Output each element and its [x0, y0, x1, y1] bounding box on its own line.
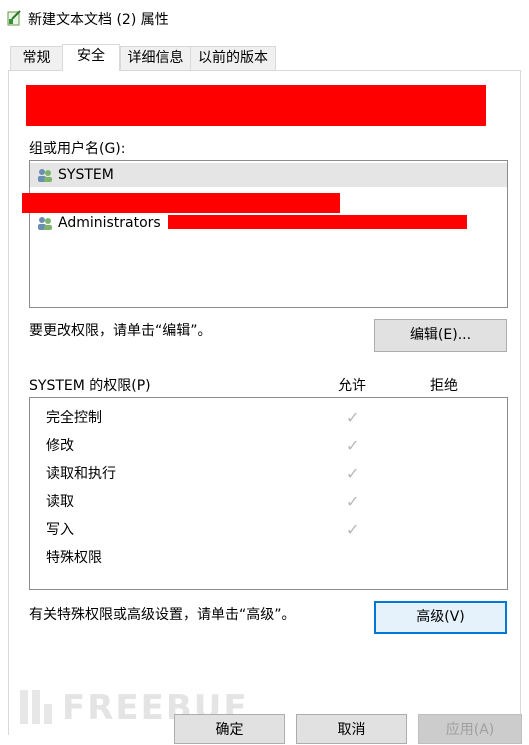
permission-name: 读取: [46, 494, 74, 510]
checkmark-icon: ✓: [346, 492, 360, 511]
advanced-button[interactable]: 高级(V): [374, 601, 507, 634]
permission-name: 读取和执行: [46, 466, 116, 482]
permission-name: 特殊权限: [46, 550, 102, 566]
tab-details[interactable]: 详细信息: [120, 46, 191, 70]
ok-button[interactable]: 确定: [174, 714, 285, 744]
permission-name: 写入: [46, 522, 74, 538]
window-title: 新建文本文档 (2) 属性: [28, 12, 169, 28]
tab-security[interactable]: 安全: [62, 44, 120, 71]
notepad-icon: [6, 10, 22, 26]
deny-header: 拒绝: [430, 378, 458, 394]
permission-name: 完全控制: [46, 410, 102, 426]
advanced-hint: 有关特殊权限或高级设置，请单击“高级”。: [29, 607, 296, 623]
apply-button[interactable]: 应用(A): [418, 714, 522, 744]
checkmark-icon: ✓: [346, 520, 360, 539]
checkmark-icon: ✓: [346, 464, 360, 483]
tab-previous-versions[interactable]: 以前的版本: [190, 46, 276, 70]
checkmark-icon: ✓: [346, 436, 360, 455]
groups-label: 组或用户名(G):: [29, 141, 126, 157]
user-redaction: [22, 193, 340, 213]
permissions-header: SYSTEM 的权限(P): [29, 378, 151, 394]
user-row-system[interactable]: SYSTEM: [30, 163, 507, 187]
title-bar: 新建文本文档 (2) 属性: [0, 0, 529, 36]
admin-redaction: [168, 215, 467, 229]
user-name: Administrators: [58, 215, 161, 231]
object-name-redaction: [26, 85, 486, 126]
allow-header: 允许: [338, 378, 366, 394]
user-group-icon: [36, 167, 54, 183]
user-name: SYSTEM: [58, 167, 114, 183]
checkmark-icon: ✓: [346, 408, 360, 427]
edit-button[interactable]: 编辑(E)...: [374, 319, 507, 352]
permission-name: 修改: [46, 438, 74, 454]
cancel-button[interactable]: 取消: [296, 714, 407, 744]
edit-hint: 要更改权限，请单击“编辑”。: [29, 323, 212, 339]
permissions-list[interactable]: 完全控制 ✓ 修改 ✓ 读取和执行 ✓ 读取 ✓ 写入 ✓ 特殊权限: [29, 397, 508, 590]
users-listbox[interactable]: SYSTEM Administrators: [29, 160, 508, 308]
tab-general[interactable]: 常规: [10, 46, 63, 70]
user-group-icon: [36, 215, 54, 231]
